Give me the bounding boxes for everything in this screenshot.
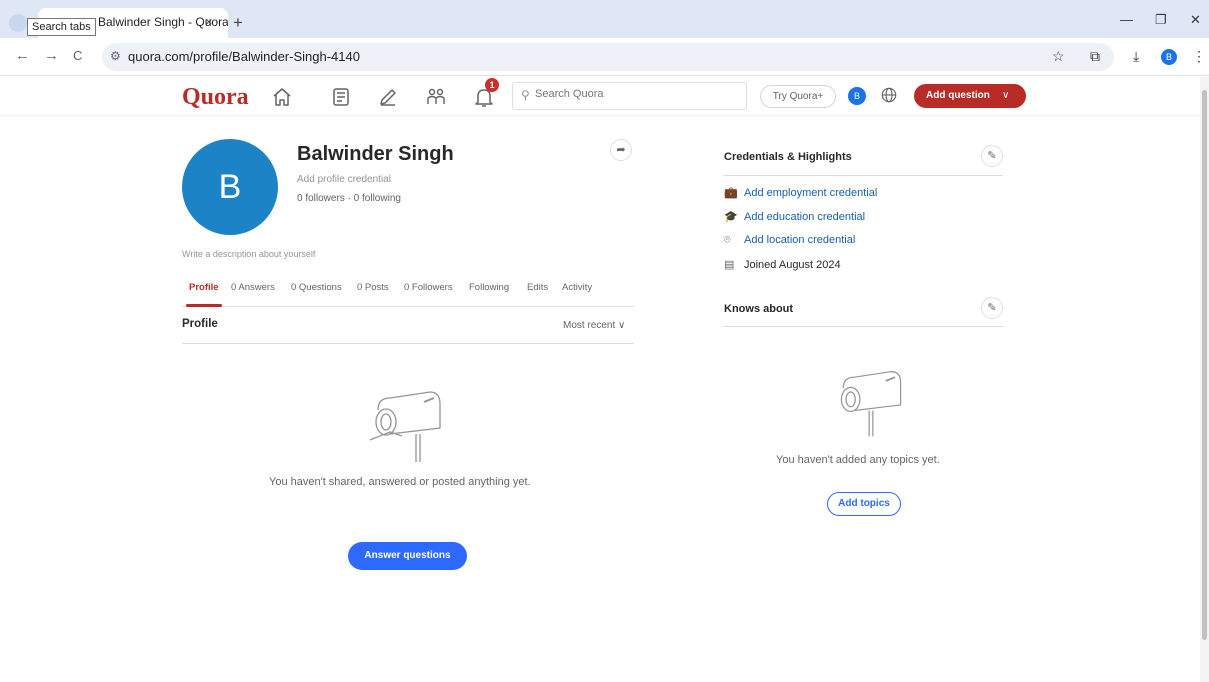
joined-label: Joined August 2024	[744, 259, 841, 271]
description-prompt[interactable]: Write a description about yourself	[182, 249, 315, 259]
empty-topics-mailbox-icon	[840, 371, 902, 437]
credential-education[interactable]: 🎓 Add education credential	[724, 210, 865, 226]
section-divider	[182, 343, 634, 344]
chevron-down-icon[interactable]: ∨	[1002, 84, 1009, 108]
credential-location[interactable]: ⌾ Add location credential	[724, 234, 855, 250]
follow-stats[interactable]: 0 followers · 0 following	[297, 193, 401, 204]
quora-logo[interactable]: Quora	[182, 84, 249, 111]
sort-dropdown[interactable]: Most recent ∨	[563, 320, 625, 331]
sort-label: Most recent	[563, 320, 616, 331]
credential-label: Add employment credential	[744, 187, 878, 199]
profile-name: Balwinder Singh	[297, 143, 454, 165]
knows-about-divider	[723, 326, 1003, 327]
search-input[interactable]	[535, 88, 735, 100]
home-icon[interactable]	[270, 85, 294, 109]
tab-following[interactable]: Following	[469, 282, 509, 293]
tab-posts[interactable]: 0 Posts	[357, 282, 389, 293]
tab-profile[interactable]: Profile	[189, 282, 219, 293]
edit-topics-pencil-icon[interactable]: ✎	[981, 297, 1003, 319]
tab-questions[interactable]: 0 Questions	[291, 282, 342, 293]
scrollbar-thumb[interactable]	[1202, 90, 1207, 640]
calendar-icon: ▤	[724, 259, 735, 271]
credential-label: Add education credential	[744, 211, 866, 223]
spaces-icon[interactable]	[424, 85, 448, 109]
add-profile-credential-link[interactable]: Add profile credential	[297, 174, 391, 185]
language-globe-icon[interactable]	[880, 86, 898, 104]
back-arrow-icon[interactable]: ←	[15, 47, 30, 64]
tab-activity[interactable]: Activity	[562, 282, 592, 293]
add-question-label: Add question	[926, 90, 990, 101]
browser-menu-icon[interactable]: ⋮	[1192, 48, 1206, 65]
user-avatar[interactable]: B	[848, 87, 866, 105]
tab-edits[interactable]: Edits	[527, 282, 548, 293]
browser-profile-avatar[interactable]: B	[1161, 49, 1177, 65]
section-title: Profile	[182, 318, 218, 330]
location-pin-icon: ⌾	[724, 234, 731, 246]
empty-mailbox-icon	[369, 391, 441, 462]
download-icon[interactable]: ⤓	[1133, 48, 1139, 65]
tab-followers[interactable]: 0 Followers	[404, 282, 453, 293]
tab-answers[interactable]: 0 Answers	[231, 282, 275, 293]
restore-button[interactable]: ❐	[1155, 12, 1167, 28]
notification-badge: 1	[485, 78, 499, 92]
share-icon[interactable]: ➦	[610, 139, 632, 161]
answer-questions-button[interactable]: Answer questions	[348, 542, 467, 570]
add-topics-button[interactable]: Add topics	[827, 492, 901, 516]
write-answer-icon[interactable]	[376, 85, 400, 109]
extensions-icon[interactable]: ⧉	[1090, 48, 1100, 65]
search-box[interactable]: ⚲	[512, 82, 747, 110]
credentials-divider	[723, 175, 1003, 176]
credential-employment[interactable]: 💼 Add employment credential	[724, 186, 877, 202]
empty-state-message: You haven't shared, answered or posted a…	[269, 476, 531, 488]
forward-arrow-icon[interactable]: →	[44, 47, 59, 64]
briefcase-icon: 💼	[724, 187, 738, 199]
credentials-title: Credentials & Highlights	[724, 151, 852, 163]
new-tab-button[interactable]: +	[233, 13, 243, 33]
graduation-cap-icon: 🎓	[724, 211, 738, 223]
window-close-button[interactable]: ✕	[1190, 12, 1201, 28]
credential-label: Add location credential	[744, 234, 856, 246]
following-feed-icon[interactable]	[329, 85, 353, 109]
bookmark-star-icon[interactable]: ☆	[1052, 48, 1065, 65]
joined-date: ▤ Joined August 2024	[724, 258, 841, 274]
knows-about-title: Knows about	[724, 303, 794, 315]
edit-credentials-pencil-icon[interactable]: ✎	[981, 145, 1003, 167]
minimize-button[interactable]: —	[1120, 12, 1133, 27]
add-question-button[interactable]: Add question ∨	[914, 84, 1026, 108]
search-icon: ⚲	[521, 88, 530, 102]
tab-search-tooltip: Search tabs	[27, 18, 96, 36]
tab-close-icon[interactable]: ×	[205, 14, 213, 29]
try-quora-plus-button[interactable]: Try Quora+	[760, 85, 836, 108]
tab-search-button[interactable]	[9, 14, 27, 32]
url-text[interactable]: quora.com/profile/Balwinder-Singh-4140	[128, 49, 360, 64]
sort-chevron-icon: ∨	[618, 320, 626, 331]
reload-icon[interactable]: C	[73, 48, 82, 63]
topics-empty-message: You haven't added any topics yet.	[776, 454, 940, 466]
profile-avatar[interactable]: B	[182, 139, 278, 235]
active-tab-indicator	[186, 304, 222, 307]
site-info-icon[interactable]: ⚙	[110, 49, 121, 63]
